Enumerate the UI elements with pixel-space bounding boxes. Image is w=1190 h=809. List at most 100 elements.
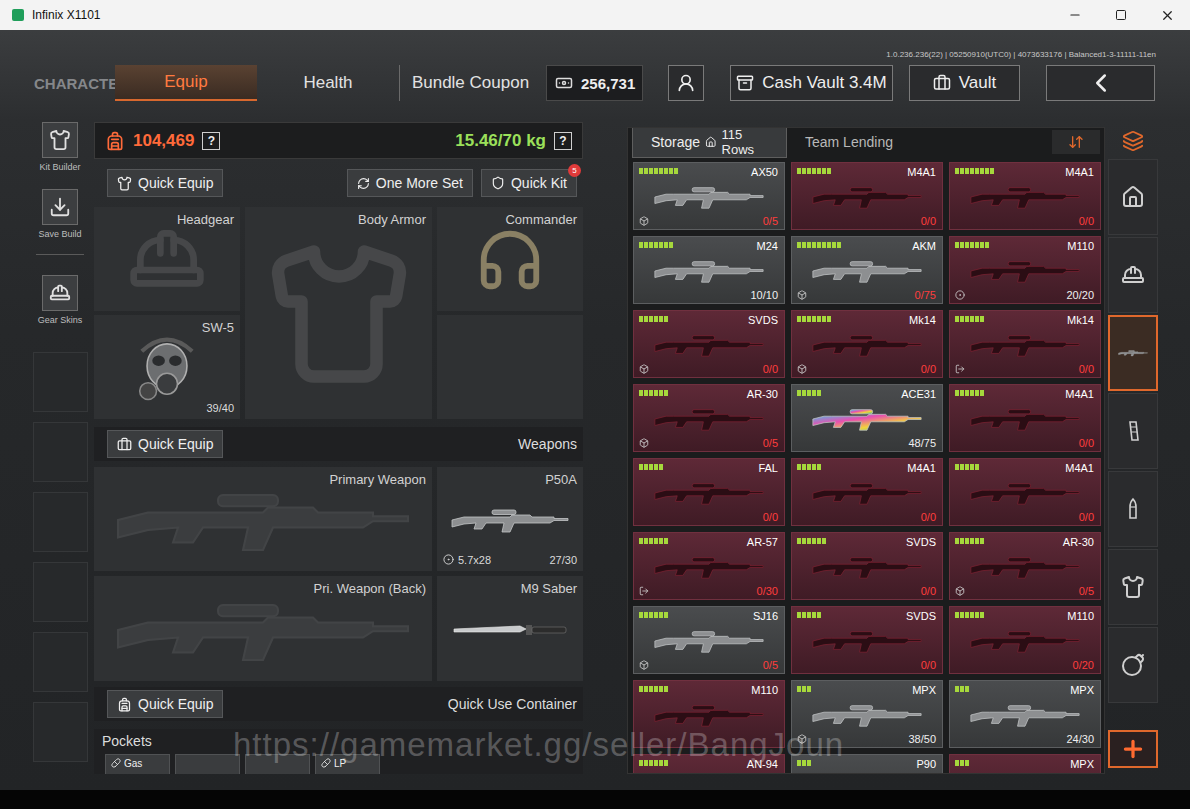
quick-equip-button[interactable]: Quick Equip [107, 430, 223, 458]
item-card[interactable]: P90 [791, 754, 943, 774]
item-card[interactable]: AR-300/5 [949, 532, 1101, 600]
close-button[interactable] [1144, 0, 1190, 30]
gear-slot[interactable]: Headgear [94, 207, 240, 311]
item-card[interactable]: M4A10/0 [949, 384, 1101, 452]
item-name: AR-57 [747, 536, 778, 548]
item-card[interactable]: AR-300/5 [633, 384, 785, 452]
stack-button[interactable] [1108, 127, 1158, 155]
add-button[interactable] [1108, 730, 1158, 768]
item-card[interactable]: M4A10/0 [791, 162, 943, 230]
pocket-slot[interactable] [175, 754, 240, 774]
durability-pips [639, 462, 663, 470]
item-card[interactable]: M2410/10 [633, 236, 785, 304]
ammo-count: 20/20 [1066, 289, 1094, 301]
nav-tab[interactable]: Health [257, 65, 399, 101]
item-card[interactable]: Mk140/0 [949, 310, 1101, 378]
category-tab[interactable] [1108, 237, 1158, 313]
help-button[interactable]: ? [202, 132, 220, 150]
category-tab[interactable] [1108, 315, 1158, 391]
storage-tab[interactable]: Storage115 Rows [632, 127, 787, 158]
sidebar-item[interactable]: Gear Skins [38, 275, 83, 342]
gear-value: 104,469 [133, 131, 194, 151]
vault-button[interactable]: Vault [909, 65, 1020, 101]
maximize-button[interactable] [1098, 0, 1144, 30]
notification-badge: 5 [568, 164, 581, 177]
emulator-window: Infinix X11011.0.236.236(22) | 05250910(… [0, 0, 1190, 809]
storage-header: Storage115 RowsTeam Lending [628, 128, 1104, 156]
item-card[interactable]: Mk140/0 [791, 310, 943, 378]
item-card[interactable]: MPX24/30 [949, 680, 1101, 748]
durability-pips [797, 388, 821, 396]
sort-icon [1068, 134, 1084, 150]
item-icon [321, 758, 331, 768]
item-card[interactable]: M110 [633, 680, 785, 748]
cube-icon [639, 364, 649, 374]
kit-builder-icon [49, 129, 71, 151]
item-card[interactable]: MPX38/50 [791, 680, 943, 748]
one-more-set-button[interactable]: One More Set [347, 169, 473, 197]
nav-tab[interactable]: Bundle Coupon [399, 65, 541, 101]
profile-button[interactable] [668, 65, 704, 101]
helmet-icon [127, 220, 207, 300]
item-card[interactable]: AR-57 0/30 [633, 532, 785, 600]
help-button[interactable]: ? [554, 132, 572, 150]
gear-slot[interactable] [437, 315, 583, 419]
item-card[interactable]: AKM0/75 [791, 236, 943, 304]
sidebar-item[interactable]: Kit Builder [39, 122, 80, 189]
top-nav: CHARACTEREquipHealthBundle Coupon256,731… [0, 64, 1190, 102]
item-card[interactable]: ACE3148/75 [791, 384, 943, 452]
weapon-slot[interactable]: Primary Weapon [94, 467, 432, 571]
item-card[interactable]: M4A10/0 [949, 162, 1101, 230]
item-card[interactable]: M4A10/0 [949, 458, 1101, 526]
title-bar: Infinix X1101 [0, 0, 1190, 30]
pocket-slot[interactable] [245, 754, 310, 774]
pocket-slot[interactable]: Gas [105, 754, 170, 774]
sidebar-divider [36, 254, 84, 255]
gear-actions: Quick Equip One More Set Quick Kit5 [94, 169, 583, 197]
gear-slot[interactable]: SW-539/40 [94, 315, 240, 419]
gear-slot[interactable]: Body Armor [245, 207, 432, 419]
category-tab[interactable] [1108, 393, 1158, 469]
pockets: PocketsGasLP [94, 729, 583, 774]
item-grid: AX500/5M4A10/0M4A10/0M2410/10AKM0/75M110… [628, 162, 1104, 774]
weapon-icon [811, 331, 923, 359]
item-card[interactable]: SVDS0/0 [791, 532, 943, 600]
quick-equip-button[interactable]: Quick Equip [107, 690, 223, 718]
weapon-slot[interactable]: M9 Saber [437, 576, 583, 681]
category-tab[interactable] [1108, 627, 1158, 703]
item-card[interactable]: AX500/5 [633, 162, 785, 230]
nav-tab[interactable]: Equip [115, 65, 257, 101]
item-card[interactable]: SVDS0/0 [633, 310, 785, 378]
armor-icon [264, 239, 414, 389]
back-button[interactable] [1046, 65, 1155, 101]
sort-button[interactable] [1052, 130, 1100, 154]
category-tab[interactable] [1108, 159, 1158, 235]
item-card[interactable]: SVDS0/0 [791, 606, 943, 674]
item-card[interactable]: M11020/20 [949, 236, 1101, 304]
weapon-slot[interactable]: Pri. Weapon (Back) [94, 576, 432, 681]
durability-pips [955, 240, 989, 248]
storage-tab[interactable]: Team Lending [787, 129, 903, 155]
category-tab[interactable] [1108, 549, 1158, 625]
quick-equip-button[interactable]: Quick Equip [107, 169, 223, 197]
item-card[interactable]: FAL0/0 [633, 458, 785, 526]
durability-pips [797, 536, 826, 544]
item-card[interactable]: M1100/20 [949, 606, 1101, 674]
ammo-count: 0/0 [1079, 215, 1094, 227]
item-card[interactable]: MPX [949, 754, 1101, 774]
shield-icon [491, 176, 505, 190]
ammo-count: 0/0 [921, 659, 936, 671]
gear-slot[interactable]: Commander [437, 207, 583, 311]
item-card[interactable]: AN-94 [633, 754, 785, 774]
sidebar-item[interactable]: Save Build [38, 189, 81, 256]
item-card[interactable]: M4A10/0 [791, 458, 943, 526]
ammo-count: 0/30 [757, 585, 778, 597]
pocket-slot[interactable]: LP [315, 754, 380, 774]
cash-vault-button[interactable]: Cash Vault 3.4M [730, 65, 893, 101]
category-tab[interactable] [1108, 471, 1158, 547]
minimize-button[interactable] [1052, 0, 1098, 30]
weapon-slot[interactable]: P50A5.7x2827/30 [437, 467, 583, 571]
quick-use-header: Quick EquipQuick Use Container [94, 687, 583, 721]
item-card[interactable]: SJ160/5 [633, 606, 785, 674]
quick-kit-button[interactable]: Quick Kit5 [481, 169, 577, 197]
